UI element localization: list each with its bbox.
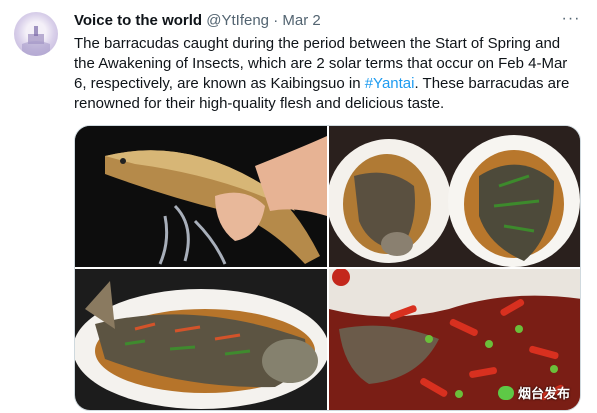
- separator-dot: ·: [273, 12, 279, 29]
- more-options-icon[interactable]: ···: [561, 11, 581, 30]
- media-grid: 烟台发布: [74, 125, 581, 411]
- tweet[interactable]: Voice to the world @YtIfeng · Mar 2 ··· …: [0, 0, 597, 413]
- wechat-icon: [497, 385, 514, 400]
- tweet-date[interactable]: Mar 2: [282, 12, 320, 29]
- watermark: 烟台发布: [497, 383, 570, 402]
- photo-steamed-fish-plates[interactable]: [329, 126, 580, 267]
- tweet-header: Voice to the world @YtIfeng · Mar 2: [74, 11, 564, 31]
- photo-fish-in-hand[interactable]: [75, 126, 327, 267]
- tweet-text: The barracudas caught during the period …: [74, 34, 582, 114]
- author-name[interactable]: Voice to the world: [74, 12, 202, 29]
- author-handle[interactable]: @YtIfeng: [206, 12, 269, 29]
- photo-spicy-chili-fish[interactable]: 烟台发布: [329, 269, 580, 410]
- watermark-text: 烟台发布: [517, 386, 570, 401]
- author-avatar[interactable]: [14, 12, 58, 56]
- photo-fish-plate-closeup[interactable]: [75, 269, 327, 410]
- hashtag-link[interactable]: #Yantai: [365, 75, 415, 92]
